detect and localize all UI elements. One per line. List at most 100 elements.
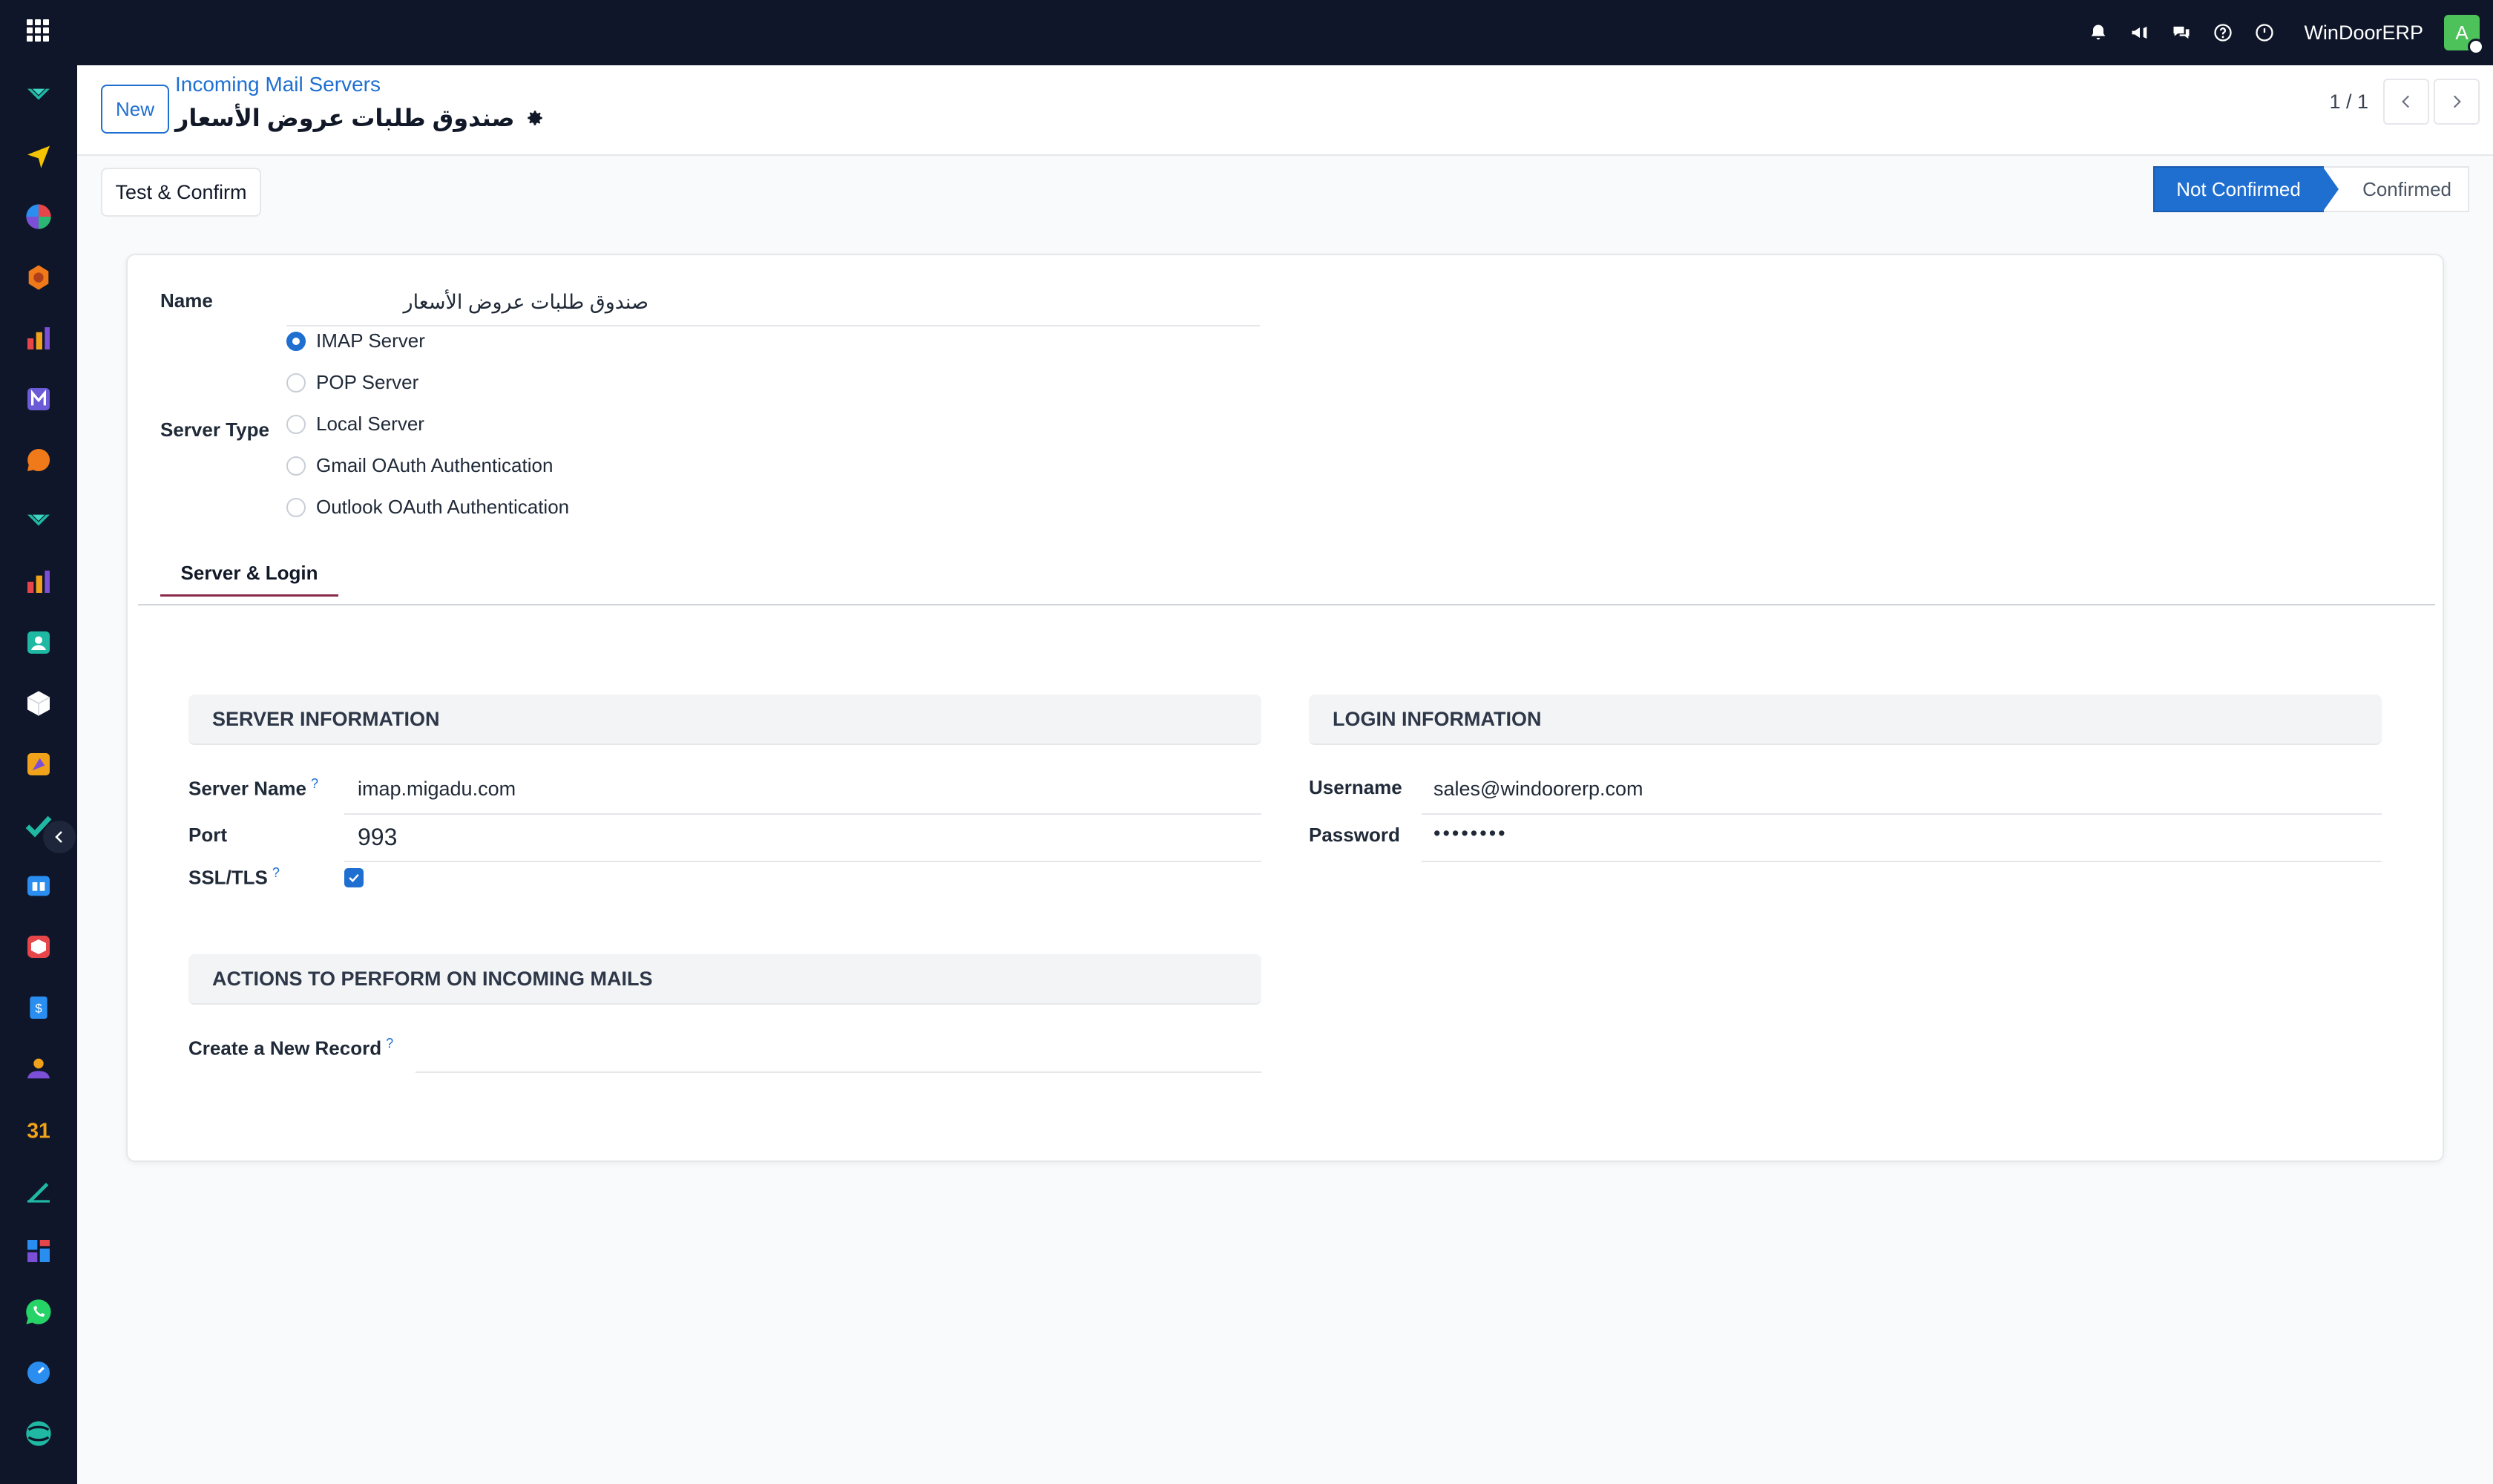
radio-imap-server[interactable]: IMAP Server <box>286 329 425 352</box>
ssl-tls-label: SSL/TLS? <box>188 865 280 890</box>
apps-mix-icon[interactable] <box>22 748 55 781</box>
record-title-text: صندوق طلبات عروض الأسعار <box>175 105 515 131</box>
name-label: Name <box>160 289 213 312</box>
dashboards-icon[interactable] <box>22 1235 55 1267</box>
gear-icon[interactable] <box>525 108 545 128</box>
password-field[interactable]: •••••••• <box>1433 822 1508 845</box>
apps-grid-icon[interactable] <box>27 19 49 42</box>
knowledge-icon[interactable] <box>22 870 55 902</box>
systray: WinDoorERP A <box>2086 0 2484 65</box>
server-name-label: Server Name? <box>188 776 318 801</box>
send-icon[interactable] <box>22 139 55 172</box>
radio-button[interactable] <box>286 331 306 351</box>
app-sidebar: $ 31 <box>0 65 77 1484</box>
company-switcher[interactable]: WinDoorERP <box>2304 22 2423 45</box>
form-sheet: Name صندوق طلبات عروض الأسعار Server Typ… <box>126 254 2444 1162</box>
dashboard-icon[interactable] <box>22 200 55 233</box>
test-confirm-button[interactable]: Test & Confirm <box>101 168 261 217</box>
username-field[interactable]: sales@windoorerp.com <box>1433 778 1643 801</box>
ssl-tls-checkbox[interactable] <box>344 868 364 887</box>
presence-dot <box>2468 39 2484 55</box>
tab-divider <box>138 604 2435 605</box>
radio-button[interactable] <box>286 414 306 434</box>
ssl-tls-label-text: SSL/TLS <box>188 866 268 889</box>
username-underline <box>1422 813 2382 815</box>
avatar-initial: A <box>2455 21 2469 44</box>
login-information-header: LOGIN INFORMATION <box>1309 695 2382 745</box>
radio-button[interactable] <box>286 372 306 393</box>
megaphone-icon[interactable] <box>2127 20 2152 45</box>
name-field[interactable]: صندوق طلبات عروض الأسعار <box>300 291 648 314</box>
billing-icon[interactable]: $ <box>22 991 55 1024</box>
port-field[interactable]: 993 <box>358 824 397 851</box>
pager: 1 / 1 <box>2329 79 2480 125</box>
chevron-left-icon <box>55 831 62 843</box>
radio-label: IMAP Server <box>316 329 425 352</box>
server-information-header: SERVER INFORMATION <box>188 695 1261 745</box>
help-icon[interactable] <box>2210 20 2236 45</box>
actions-incoming-mails-header: ACTIONS TO PERFORM ON INCOMING MAILS <box>188 954 1261 1005</box>
discuss2-icon[interactable] <box>22 505 55 537</box>
name-field-underline <box>286 325 1260 326</box>
checkmark-icon <box>349 873 359 882</box>
pager-next-button[interactable] <box>2434 79 2480 125</box>
stage-not-confirmed[interactable]: Not Confirmed <box>2153 166 2339 212</box>
top-navbar: WinDoorERP A <box>0 0 2493 65</box>
create-new-record-label-text: Create a New Record <box>188 1037 382 1060</box>
reporting-icon[interactable] <box>22 322 55 355</box>
pager-value[interactable]: 1 / 1 <box>2329 91 2368 114</box>
help-tooltip-icon[interactable]: ? <box>386 1036 393 1051</box>
user-avatar[interactable]: A <box>2444 15 2484 55</box>
timer-icon[interactable] <box>22 1356 55 1389</box>
chat-icon[interactable] <box>2169 20 2194 45</box>
server-name-field[interactable]: imap.migadu.com <box>358 778 516 801</box>
breadcrumb-incoming-mail-servers[interactable]: Incoming Mail Servers <box>175 73 381 96</box>
website-icon[interactable] <box>22 1417 55 1450</box>
bell-icon[interactable] <box>2086 20 2111 45</box>
contacts-icon[interactable] <box>22 626 55 659</box>
radio-local-server[interactable]: Local Server <box>286 413 424 436</box>
settings-app-icon[interactable] <box>22 261 55 294</box>
password-label: Password <box>1309 824 1400 846</box>
svg-text:$: $ <box>35 1002 42 1016</box>
employees-icon[interactable] <box>22 1052 55 1085</box>
control-panel: New Incoming Mail Servers صندوق طلبات عر… <box>77 65 2493 156</box>
record-title: صندوق طلبات عروض الأسعار <box>175 104 545 132</box>
tab-server-login[interactable]: Server & Login <box>160 552 338 597</box>
radio-button[interactable] <box>286 456 306 476</box>
sidebar-collapse-button[interactable] <box>43 821 76 853</box>
inventory-icon[interactable] <box>22 687 55 720</box>
port-underline <box>344 861 1261 862</box>
radio-button[interactable] <box>286 497 306 517</box>
svg-text:31: 31 <box>27 1120 50 1143</box>
help-tooltip-icon[interactable]: ? <box>311 776 318 791</box>
chat-bubble-icon[interactable] <box>22 444 55 476</box>
sign-icon[interactable] <box>22 1174 55 1206</box>
radio-gmail-oauth[interactable]: Gmail OAuth Authentication <box>286 454 553 477</box>
whatsapp-icon[interactable] <box>22 1296 55 1328</box>
radio-pop-server[interactable]: POP Server <box>286 371 418 394</box>
help-tooltip-icon[interactable]: ? <box>272 865 280 880</box>
discuss-icon[interactable] <box>22 79 55 111</box>
package-icon[interactable] <box>22 930 55 963</box>
server-type-label: Server Type <box>160 418 269 441</box>
radio-label: Gmail OAuth Authentication <box>316 454 554 476</box>
password-underline <box>1422 861 2382 862</box>
create-new-record-underline <box>416 1071 1261 1073</box>
pager-previous-button[interactable] <box>2383 79 2429 125</box>
new-button[interactable]: New <box>101 85 169 134</box>
mail-icon[interactable] <box>22 383 55 416</box>
server-name-label-text: Server Name <box>188 777 306 800</box>
radio-outlook-oauth[interactable]: Outlook OAuth Authentication <box>286 496 569 519</box>
stage-confirmed[interactable]: Confirmed <box>2324 166 2469 212</box>
reporting2-icon[interactable] <box>22 565 55 598</box>
radio-label: POP Server <box>316 371 419 393</box>
status-bar: Not Confirmed Confirmed <box>2153 166 2469 212</box>
radio-label: Outlook OAuth Authentication <box>316 496 570 518</box>
create-new-record-label: Create a New Record? <box>188 1036 393 1060</box>
port-label: Port <box>188 824 227 846</box>
server-name-underline <box>344 813 1261 815</box>
clock-icon[interactable] <box>2252 20 2277 45</box>
calendar-icon[interactable]: 31 <box>22 1113 55 1146</box>
chevron-left-icon <box>2402 95 2410 108</box>
